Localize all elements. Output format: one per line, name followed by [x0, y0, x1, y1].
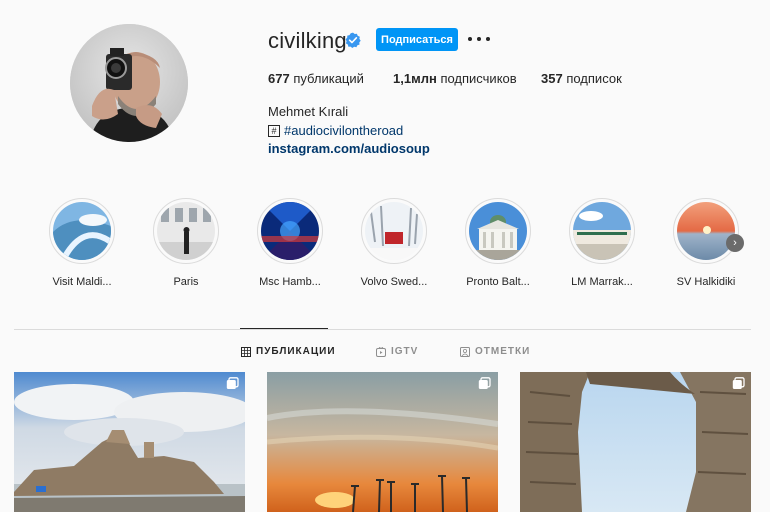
highlight-cover-paris — [157, 202, 215, 260]
profile-hashtag-link[interactable]: # #audiocivilontheroad — [268, 123, 403, 138]
tab-label: ПУБЛИКАЦИИ — [256, 346, 336, 357]
highlight-label: Pronto Balt... — [466, 276, 530, 288]
highlight-label: Volvo Swed... — [360, 276, 428, 288]
highlight-cover-marrakech — [573, 202, 631, 260]
highlight-label: SV Halkidiki — [676, 276, 736, 288]
highlight-item[interactable]: Volvo Swed... — [339, 198, 449, 288]
more-options-icon[interactable] — [468, 31, 490, 47]
highlight-label: Paris — [173, 276, 199, 288]
highlight-label: LM Marrak... — [571, 276, 633, 288]
highlight-item[interactable]: LM Marrak... — [547, 198, 657, 288]
highlight-item[interactable]: Pronto Balt... — [443, 198, 553, 288]
highlight-cover-pronto — [469, 202, 527, 260]
post-thumbnail[interactable] — [520, 372, 751, 512]
followers-label: подписчиков — [440, 71, 517, 86]
carousel-icon — [478, 377, 491, 389]
tab-label: ОТМЕТКИ — [475, 346, 531, 357]
tabs-divider — [14, 329, 751, 330]
profile-full-name: Mehmet Kırali — [268, 104, 349, 119]
tab-label: IGTV — [391, 346, 419, 357]
post-thumbnail[interactable] — [267, 372, 498, 512]
tagged-user-icon — [460, 346, 470, 357]
post-thumbnail[interactable] — [14, 372, 245, 512]
stat-posts[interactable]: 677 публикаций — [268, 71, 364, 86]
highlight-label: Visit Maldi... — [52, 276, 112, 288]
following-count: 357 — [541, 71, 563, 86]
avatar-photo — [70, 24, 188, 142]
followers-count: 1,1млн — [393, 71, 437, 86]
highlight-label: Msc Hamb... — [259, 276, 321, 288]
verified-badge-icon — [345, 32, 361, 48]
highlight-cover-maldives — [53, 202, 111, 260]
posts-count: 677 — [268, 71, 290, 86]
highlight-cover-volvo — [365, 202, 423, 260]
stat-following[interactable]: 357 подписок — [541, 71, 622, 86]
highlights-next-arrow-icon[interactable]: › — [726, 234, 744, 252]
tab-igtv[interactable]: IGTV — [376, 346, 418, 357]
highlight-cover-halkidiki — [677, 202, 735, 260]
stat-followers[interactable]: 1,1млн подписчиков — [393, 71, 517, 86]
profile-website-link[interactable]: instagram.com/audiosoup — [268, 141, 430, 156]
highlight-cover-msc — [261, 202, 319, 260]
hashtag-text: #audiocivilontheroad — [284, 123, 404, 138]
profile-username: civilking — [268, 28, 347, 53]
carousel-icon — [732, 377, 745, 389]
highlight-item[interactable]: SV Halkidiki — [651, 198, 761, 288]
following-label: подписок — [566, 71, 622, 86]
post-image-sunset-pier — [267, 372, 498, 512]
active-tab-indicator — [240, 328, 328, 329]
tab-tagged[interactable]: ОТМЕТКИ — [460, 346, 530, 357]
grid-icon — [241, 346, 251, 357]
post-image-stone-arch — [520, 372, 751, 512]
igtv-icon — [376, 346, 386, 357]
hashtag-icon: # — [268, 124, 280, 137]
posts-label: публикаций — [293, 71, 364, 86]
post-image-rocky-castle — [14, 372, 245, 512]
profile-avatar[interactable] — [70, 24, 188, 142]
highlight-item[interactable]: Msc Hamb... — [235, 198, 345, 288]
highlight-item[interactable]: Paris — [131, 198, 241, 288]
carousel-icon — [226, 377, 239, 389]
tab-posts[interactable]: ПУБЛИКАЦИИ — [241, 346, 336, 357]
highlight-item[interactable]: Visit Maldi... — [27, 198, 137, 288]
follow-button[interactable]: Подписаться — [376, 28, 458, 51]
